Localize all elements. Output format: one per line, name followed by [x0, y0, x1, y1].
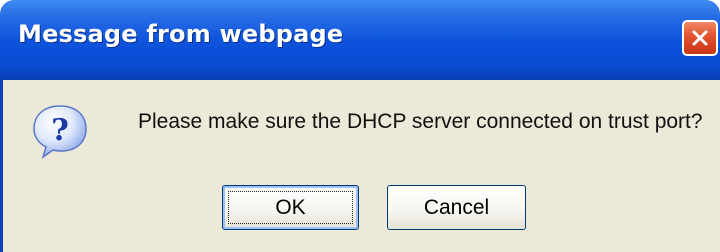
question-icon: ? [33, 105, 87, 159]
focus-ring [228, 191, 353, 224]
close-button[interactable] [682, 20, 718, 56]
svg-text:?: ? [51, 113, 69, 148]
cancel-button[interactable]: Cancel [387, 185, 526, 230]
close-icon [692, 30, 708, 46]
dialog-body: ? Please make sure the DHCP server conne… [0, 80, 720, 252]
ok-button[interactable]: OK [222, 185, 359, 230]
cancel-button-label: Cancel [423, 195, 490, 219]
dialog-titlebar[interactable]: Message from webpage [0, 0, 720, 80]
dialog-message: Please make sure the DHCP server connect… [138, 110, 703, 133]
message-dialog: Message from webpage ? Please make sure … [0, 0, 720, 252]
dialog-title: Message from webpage [18, 20, 344, 48]
